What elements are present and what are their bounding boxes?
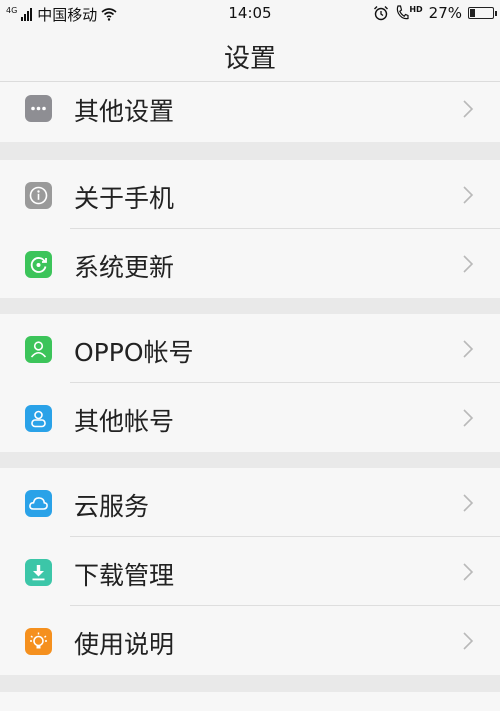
phone-icon	[397, 5, 409, 20]
download-icon	[25, 559, 52, 586]
alarm-clock-icon	[374, 6, 389, 21]
settings-item-other-accounts[interactable]: 其他帐号	[0, 383, 500, 452]
battery-icon	[468, 7, 497, 19]
battery-percent: 27%	[428, 4, 462, 22]
chevron-right-icon	[463, 100, 474, 118]
settings-item-label: OPPO帐号	[74, 338, 194, 367]
chevron-right-icon	[463, 255, 474, 273]
chevron-right-icon	[463, 409, 474, 427]
status-right: HD 27%	[373, 4, 497, 22]
battery-level	[470, 9, 476, 17]
chevron-right-icon	[463, 632, 474, 650]
settings-item-label: 云服务	[74, 492, 150, 521]
settings-group-5-partial	[0, 692, 500, 711]
account-icon	[25, 405, 52, 432]
settings-item-about-phone[interactable]: 关于手机	[0, 160, 500, 229]
settings-group-1: 其他设置	[0, 82, 500, 142]
settings-item-user-guide[interactable]: 使用说明	[0, 606, 500, 675]
settings-item-oppo-account[interactable]: OPPO帐号	[0, 314, 500, 383]
settings-item-other-settings[interactable]: 其他设置	[0, 82, 500, 142]
settings-group-4: 云服务 下载管理 使用说明	[0, 468, 500, 675]
hd-call-indicator: HD	[395, 5, 423, 21]
more-dots-icon	[25, 95, 52, 122]
chevron-right-icon	[463, 494, 474, 512]
chevron-right-icon	[463, 186, 474, 204]
settings-item-label: 关于手机	[74, 184, 175, 213]
page-title: 设置	[223, 44, 276, 74]
lightbulb-icon	[25, 628, 52, 655]
settings-item-download-manager[interactable]: 下载管理	[0, 537, 500, 606]
update-icon	[25, 251, 52, 278]
user-icon	[25, 336, 52, 363]
settings-group-2: 关于手机 系统更新	[0, 160, 500, 298]
settings-item-cloud-service[interactable]: 云服务	[0, 468, 500, 537]
cloud-icon	[25, 490, 52, 517]
settings-item-label: 使用说明	[74, 630, 175, 659]
nav-bar: 设置	[0, 28, 500, 82]
settings-item-system-update[interactable]: 系统更新	[0, 229, 500, 298]
settings-item-label: 其他设置	[74, 97, 175, 126]
settings-item-label: 其他帐号	[74, 407, 175, 436]
status-bar: 4G 中国移动 14:05 HD 27%	[0, 0, 500, 28]
hd-tag: HD	[409, 5, 423, 14]
chevron-right-icon	[463, 340, 474, 358]
settings-item-label: 下载管理	[74, 561, 175, 590]
info-icon	[25, 182, 52, 209]
settings-item-label: 系统更新	[74, 253, 175, 282]
chevron-right-icon	[463, 563, 474, 581]
settings-group-3: OPPO帐号 其他帐号	[0, 314, 500, 452]
